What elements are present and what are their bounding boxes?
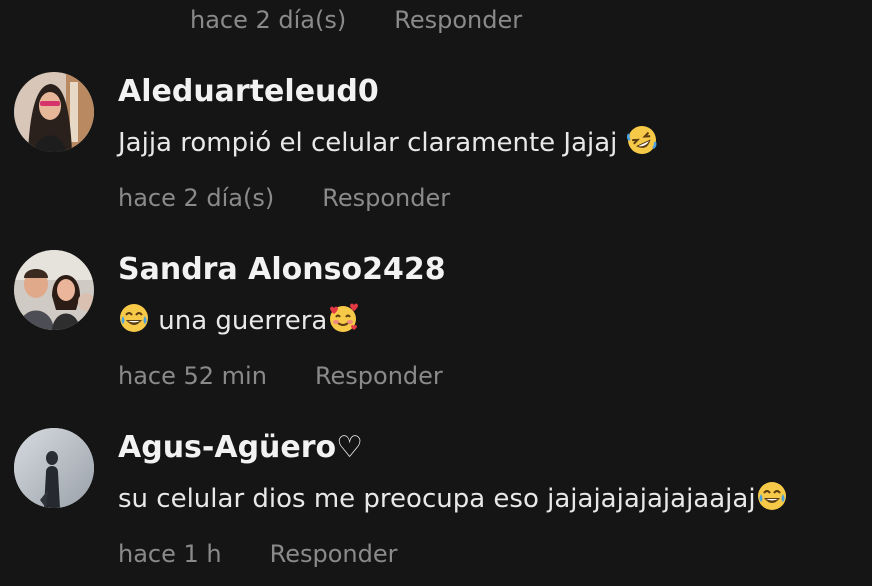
comment-text-content: una guerrera bbox=[150, 306, 328, 336]
comment-text: su celular dios me preocupa eso jajajaja… bbox=[118, 480, 788, 514]
user-photo-icon bbox=[14, 250, 94, 330]
comment-text-content: Jajja rompió el celular claramente Jajaj bbox=[118, 128, 626, 158]
rolling-on-floor-laughing-icon bbox=[626, 124, 658, 156]
tears-of-joy-icon bbox=[118, 302, 150, 334]
comment-meta-row: hace 2 día(s) Responder bbox=[118, 182, 450, 214]
reply-button[interactable]: Responder bbox=[322, 184, 450, 212]
reply-button[interactable]: Responder bbox=[315, 362, 443, 390]
user-photo-icon bbox=[14, 428, 94, 508]
comment-username[interactable]: Agus-Agüero♡ bbox=[118, 430, 363, 465]
smiling-face-with-hearts-icon bbox=[327, 302, 359, 334]
avatar[interactable] bbox=[14, 250, 94, 330]
comment-meta-row: hace 52 min Responder bbox=[118, 360, 443, 392]
comments-list: hace 2 día(s) Responder Aleduarteleud0 J… bbox=[0, 0, 872, 586]
comment-timestamp: hace 2 día(s) bbox=[118, 184, 275, 212]
avatar[interactable] bbox=[14, 72, 94, 152]
avatar[interactable] bbox=[14, 428, 94, 508]
reply-button[interactable]: Responder bbox=[270, 540, 398, 568]
comment-meta-row: hace 1 h Responder bbox=[118, 538, 398, 570]
comment-text: una guerrera bbox=[118, 302, 359, 336]
comment-timestamp: hace 2 día(s) bbox=[190, 6, 347, 34]
comment-meta-row: hace 2 día(s) Responder bbox=[190, 4, 522, 36]
tears-of-joy-icon bbox=[756, 480, 788, 512]
comment-timestamp: hace 1 h bbox=[118, 540, 222, 568]
comment-timestamp: hace 52 min bbox=[118, 362, 267, 390]
reply-button[interactable]: Responder bbox=[394, 6, 522, 34]
comment-username[interactable]: Sandra Alonso2428 bbox=[118, 252, 446, 287]
user-photo-icon bbox=[14, 72, 94, 152]
comment-text: Jajja rompió el celular claramente Jajaj bbox=[118, 124, 658, 158]
comment-text-content: su celular dios me preocupa eso jajajaja… bbox=[118, 484, 756, 514]
comment-username[interactable]: Aleduarteleud0 bbox=[118, 74, 379, 109]
